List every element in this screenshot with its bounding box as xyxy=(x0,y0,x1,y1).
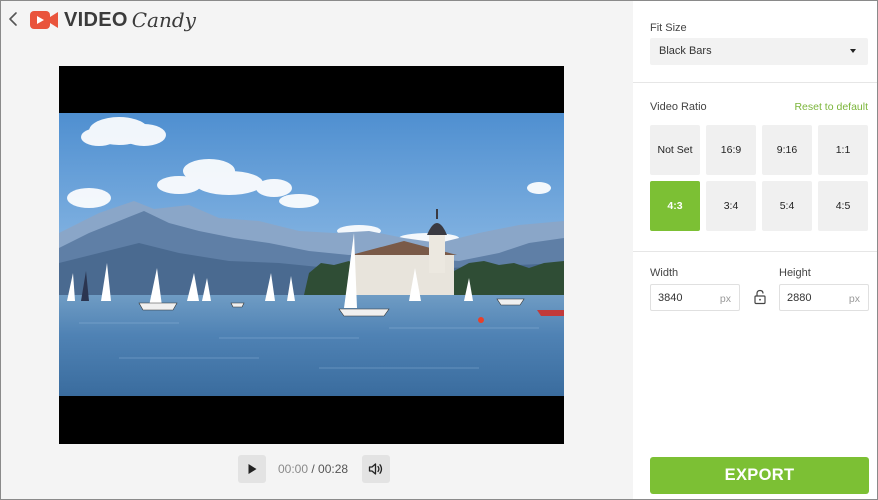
editor-area: VIDEO Candy 00:00 / 00:28 xyxy=(1,1,633,499)
play-icon xyxy=(248,464,257,474)
height-input[interactable]: 2880 px xyxy=(779,284,869,311)
width-unit: px xyxy=(719,293,731,305)
fit-size-select[interactable]: Black Bars xyxy=(650,38,868,65)
section-divider xyxy=(633,251,877,252)
app-logo[interactable]: VIDEO Candy xyxy=(29,7,196,33)
ratio-option-not-set[interactable]: Not Set xyxy=(650,125,700,175)
current-time: 00:00 xyxy=(278,462,309,476)
height-value: 2880 xyxy=(787,292,812,304)
volume-icon xyxy=(368,463,383,475)
chevron-left-icon xyxy=(9,12,17,26)
width-label: Width xyxy=(650,267,679,279)
logo-text-candy: Candy xyxy=(131,8,196,32)
video-camera-icon xyxy=(30,11,58,29)
ratio-option-9-16[interactable]: 9:16 xyxy=(762,125,812,175)
fit-size-label: Fit Size xyxy=(650,22,687,34)
ratio-options: Not Set 16:9 9:16 1:1 4:3 3:4 5:4 4:5 xyxy=(650,125,869,231)
ratio-option-4-5[interactable]: 4:5 xyxy=(818,181,868,231)
duration: 00:28 xyxy=(318,462,349,476)
ratio-option-4-3[interactable]: 4:3 xyxy=(650,181,700,231)
export-button[interactable]: EXPORT xyxy=(650,457,869,494)
width-input[interactable]: 3840 px xyxy=(650,284,740,311)
ratio-option-5-4[interactable]: 5:4 xyxy=(762,181,812,231)
unlock-icon[interactable] xyxy=(753,289,767,305)
video-ratio-label: Video Ratio xyxy=(650,101,707,113)
ratio-option-1-1[interactable]: 1:1 xyxy=(818,125,868,175)
ratio-option-16-9[interactable]: 16:9 xyxy=(706,125,756,175)
settings-panel: Fit Size Black Bars Video Ratio Reset to… xyxy=(633,1,877,499)
fit-size-value: Black Bars xyxy=(659,45,712,57)
back-button[interactable] xyxy=(6,10,20,28)
play-button[interactable] xyxy=(238,455,266,483)
caret-down-icon xyxy=(850,49,856,53)
logo-text-video: VIDEO xyxy=(64,8,128,31)
height-unit: px xyxy=(848,293,860,305)
playback-time: 00:00 / 00:28 xyxy=(278,462,348,476)
volume-button[interactable] xyxy=(362,455,391,483)
height-label: Height xyxy=(779,267,811,279)
width-value: 3840 xyxy=(658,292,683,304)
time-separator: / xyxy=(308,462,319,476)
app-window: VIDEO Candy 00:00 / 00:28 Fit Size Black… xyxy=(0,0,878,500)
section-divider xyxy=(633,82,877,83)
video-preview xyxy=(59,66,564,444)
player-controls: 00:00 / 00:28 xyxy=(238,455,391,483)
reset-to-default-link[interactable]: Reset to default xyxy=(794,101,868,113)
video-frame-image xyxy=(59,113,564,396)
ratio-option-3-4[interactable]: 3:4 xyxy=(706,181,756,231)
